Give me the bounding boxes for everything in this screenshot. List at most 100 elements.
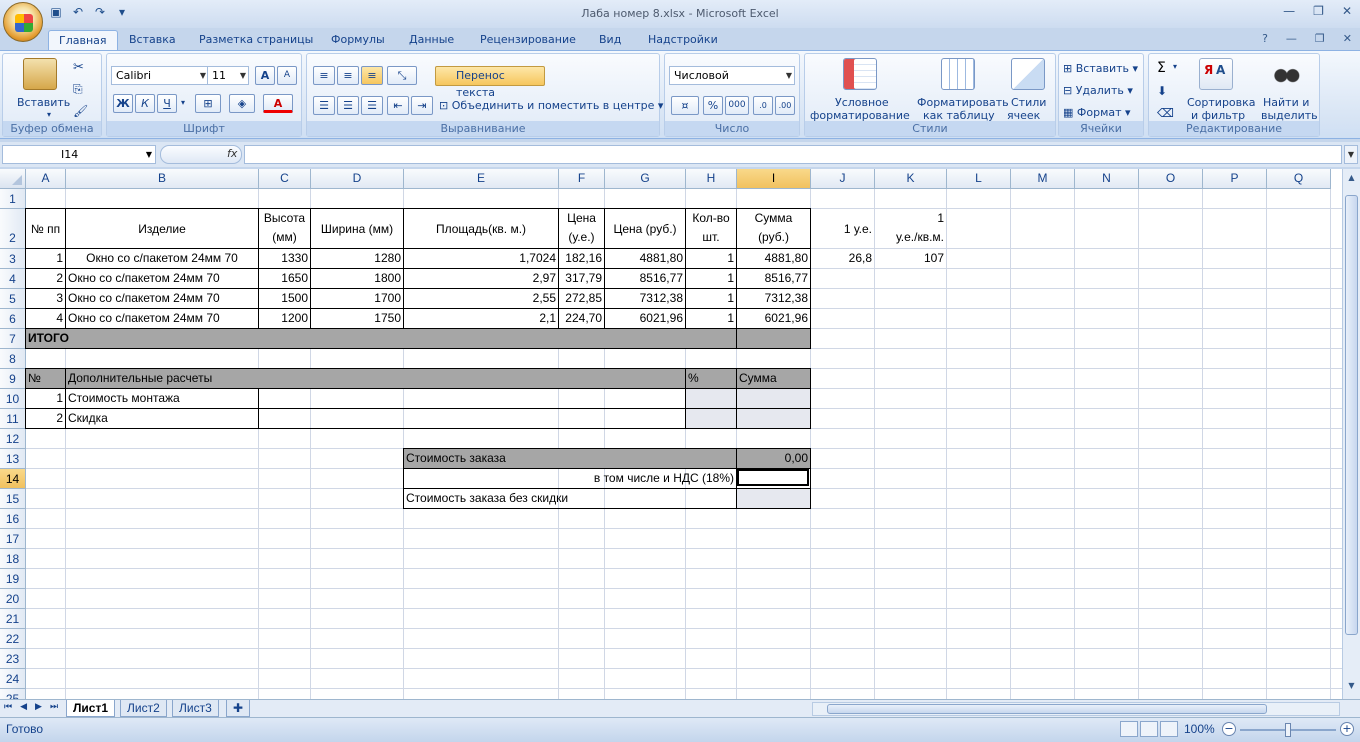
item-price-rub[interactable]: 7312,38 xyxy=(604,288,686,309)
item-height[interactable]: 1500 xyxy=(258,288,311,309)
thousands-button[interactable]: 000 xyxy=(725,96,749,115)
item-qty[interactable]: 1 xyxy=(685,268,737,289)
conditional-format-label-1[interactable]: Условное xyxy=(835,96,889,109)
conditional-format-icon[interactable] xyxy=(843,58,877,90)
item-price-rub[interactable]: 4881,80 xyxy=(604,248,686,269)
row-header-22[interactable]: 22 xyxy=(0,629,26,649)
extra-row-spacer[interactable] xyxy=(258,408,686,429)
column-header-n[interactable]: N xyxy=(1075,169,1139,189)
first-sheet-icon[interactable]: ⏮ xyxy=(4,702,12,712)
column-header-g[interactable]: G xyxy=(605,169,686,189)
align-top-icon[interactable]: ≡ xyxy=(313,66,335,85)
grow-font-button[interactable]: A xyxy=(255,66,275,85)
doc-minimize-icon[interactable]: — xyxy=(1286,32,1297,45)
column-header-e[interactable]: E xyxy=(404,169,559,189)
next-sheet-icon[interactable]: ▶ xyxy=(35,702,42,712)
column-header-i[interactable]: I xyxy=(737,169,811,189)
tab-review[interactable]: Рецензирование xyxy=(470,30,586,50)
total-value[interactable] xyxy=(736,328,811,349)
item-number[interactable]: 1 xyxy=(25,248,66,269)
extra-number-header[interactable]: № xyxy=(25,368,66,389)
align-left-icon[interactable]: ☰ xyxy=(313,96,335,115)
tab-addins[interactable]: Надстройки xyxy=(638,30,728,50)
tab-data[interactable]: Данные xyxy=(399,30,464,50)
extra-title-header[interactable]: Дополнительные расчеты xyxy=(65,368,686,389)
item-price-usd[interactable]: 224,70 xyxy=(558,308,605,329)
select-all-button[interactable] xyxy=(0,169,26,189)
close-icon[interactable]: ✕ xyxy=(1342,4,1352,18)
extra-row-number[interactable]: 1 xyxy=(25,388,66,409)
orientation-icon[interactable]: ⤡ xyxy=(387,66,417,85)
font-size-combo[interactable]: 11 ▼ xyxy=(207,66,249,85)
find-select-icon[interactable] xyxy=(1269,58,1303,90)
paste-button[interactable]: Вставить xyxy=(17,96,70,109)
row-header-17[interactable]: 17 xyxy=(0,529,26,549)
item-area[interactable]: 1,7024 xyxy=(403,248,559,269)
item-price-usd[interactable]: 272,85 xyxy=(558,288,605,309)
item-sum[interactable]: 7312,38 xyxy=(736,288,811,309)
item-area[interactable]: 2,55 xyxy=(403,288,559,309)
header-price-rub[interactable]: Цена (руб.) xyxy=(604,208,686,249)
insert-sheet-icon[interactable]: ✚ xyxy=(226,700,250,717)
item-width[interactable]: 1280 xyxy=(310,248,404,269)
shrink-font-button[interactable]: A xyxy=(277,66,297,85)
tab-view[interactable]: Вид xyxy=(589,30,631,50)
rate-per-sqm-value[interactable]: 107 xyxy=(875,249,947,269)
formula-input[interactable] xyxy=(244,145,1342,164)
tab-formulas[interactable]: Формулы xyxy=(321,30,395,50)
insert-cells-button[interactable]: ⊞ Вставить ▾ xyxy=(1063,62,1138,75)
item-price-usd[interactable]: 182,16 xyxy=(558,248,605,269)
header-area[interactable]: Площадь(кв. м.) xyxy=(403,208,559,249)
fill-icon[interactable]: ⬇ xyxy=(1157,84,1167,98)
copy-icon[interactable]: ⎘ xyxy=(73,82,83,97)
restore-icon[interactable]: ❐ xyxy=(1313,4,1324,18)
item-number[interactable]: 4 xyxy=(25,308,66,329)
underline-button[interactable]: Ч xyxy=(157,94,177,113)
item-height[interactable]: 1200 xyxy=(258,308,311,329)
row-header-2[interactable]: 2 xyxy=(0,209,26,249)
decrease-indent-icon[interactable]: ⇤ xyxy=(387,96,409,115)
help-icon[interactable]: ? xyxy=(1262,32,1268,45)
row-header-8[interactable]: 8 xyxy=(0,349,26,369)
increase-decimal-icon[interactable]: .0 xyxy=(753,96,773,115)
percent-button[interactable]: % xyxy=(703,96,723,115)
column-header-j[interactable]: J xyxy=(811,169,875,189)
find-select-label-1[interactable]: Найти и xyxy=(1263,96,1309,109)
row-header-11[interactable]: 11 xyxy=(0,409,26,429)
bold-button[interactable]: Ж xyxy=(113,94,133,113)
row-header-20[interactable]: 20 xyxy=(0,589,26,609)
item-qty[interactable]: 1 xyxy=(685,288,737,309)
column-header-f[interactable]: F xyxy=(559,169,605,189)
header-item[interactable]: Изделие xyxy=(65,208,259,249)
item-sum[interactable]: 8516,77 xyxy=(736,268,811,289)
format-as-table-icon[interactable] xyxy=(941,58,975,90)
column-header-a[interactable]: A xyxy=(26,169,66,189)
header-width[interactable]: Ширина (мм) xyxy=(310,208,404,249)
row-header-23[interactable]: 23 xyxy=(0,649,26,669)
row-header-6[interactable]: 6 xyxy=(0,309,26,329)
item-sum[interactable]: 4881,80 xyxy=(736,248,811,269)
decrease-decimal-icon[interactable]: .00 xyxy=(775,96,795,115)
page-layout-view-icon[interactable] xyxy=(1140,721,1158,737)
row-header-19[interactable]: 19 xyxy=(0,569,26,589)
extra-row-label[interactable]: Стоимость монтажа xyxy=(65,388,259,409)
item-width[interactable]: 1700 xyxy=(310,288,404,309)
row-header-5[interactable]: 5 xyxy=(0,289,26,309)
scroll-up-icon[interactable]: ▲ xyxy=(1345,173,1358,187)
horizontal-scroll-thumb[interactable] xyxy=(827,704,1267,714)
font-color-button[interactable]: A xyxy=(263,94,293,113)
row-header-14[interactable]: 14 xyxy=(0,469,26,489)
cell-styles-icon[interactable] xyxy=(1011,58,1045,90)
item-name[interactable]: Окно со с/пакетом 24мм 70 xyxy=(65,268,259,289)
row-header-4[interactable]: 4 xyxy=(0,269,26,289)
row-header-10[interactable]: 10 xyxy=(0,389,26,409)
extra-row-sum[interactable] xyxy=(736,408,811,429)
row-header-18[interactable]: 18 xyxy=(0,549,26,569)
extra-percent-header[interactable]: % xyxy=(685,368,737,389)
item-qty[interactable]: 1 xyxy=(685,308,737,329)
row-header-9[interactable]: 9 xyxy=(0,369,26,389)
zoom-level[interactable]: 100% xyxy=(1184,722,1215,736)
header-height[interactable]: Высота (мм) xyxy=(258,208,311,249)
sheet-tab-2[interactable]: Лист2 xyxy=(120,700,167,717)
row-header-12[interactable]: 12 xyxy=(0,429,26,449)
